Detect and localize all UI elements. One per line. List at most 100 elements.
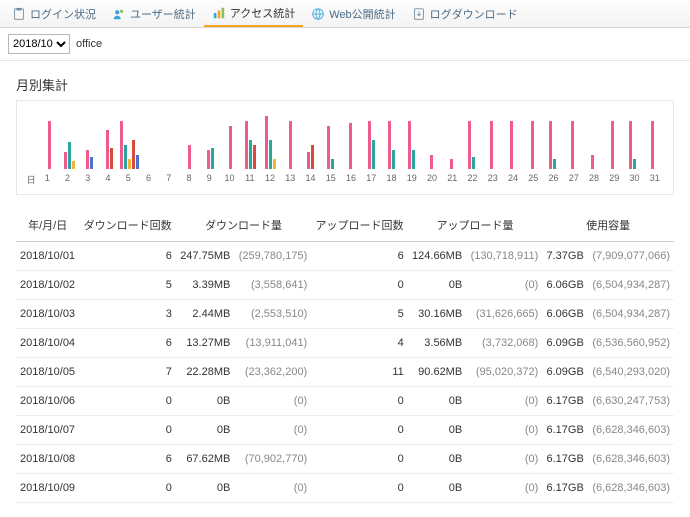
cell-ul-count: 0 <box>311 387 408 416</box>
cell-date: 2018/10/01 <box>16 242 79 271</box>
month-select[interactable]: 2018/10 <box>8 34 70 54</box>
chart-day-col <box>522 111 542 169</box>
cell-dl-bytes: (0) <box>234 474 311 503</box>
chart-x-label: 15 <box>321 173 341 186</box>
cell-cap-bytes: (6,504,934,287) <box>588 300 674 329</box>
chart-x-label: 31 <box>645 173 665 186</box>
cell-dl-count: 6 <box>79 329 176 358</box>
chart-x-label: 28 <box>584 173 604 186</box>
chart-day-col <box>341 111 361 169</box>
chart-day-col <box>180 111 200 169</box>
chart-day-col <box>39 111 59 169</box>
cell-cap: 6.17GB <box>542 474 588 503</box>
cell-ul-count: 0 <box>311 416 408 445</box>
cell-ul-size: 0B <box>408 445 466 474</box>
tab-bar: ログイン状況 ユーザー統計 アクセス統計 Web公開統計 ログダウンロード <box>0 0 690 28</box>
chart-day-col <box>361 111 381 169</box>
chart-x-label: 20 <box>422 173 442 186</box>
col-header: アップロード量 <box>408 209 543 242</box>
chart-day-col <box>220 111 240 169</box>
chart-x-label: 17 <box>361 173 381 186</box>
tab-login-status[interactable]: ログイン状況 <box>4 1 104 27</box>
cell-dl-bytes: (0) <box>234 387 311 416</box>
chart-day-col <box>140 111 160 169</box>
chart-x-label: 30 <box>624 173 644 186</box>
chart-day-col <box>401 111 421 169</box>
chart-x-label: 24 <box>503 173 523 186</box>
cell-cap-bytes: (6,630,247,753) <box>588 387 674 416</box>
cell-cap: 6.09GB <box>542 358 588 387</box>
users-icon <box>112 7 126 21</box>
chart-x-label: 13 <box>280 173 300 186</box>
chart-x-label: 11 <box>240 173 260 186</box>
cell-dl-count: 6 <box>79 242 176 271</box>
tab-web-publish-stats[interactable]: Web公開統計 <box>303 1 403 27</box>
cell-dl-bytes: (259,780,175) <box>234 242 311 271</box>
chart-x-label: 9 <box>199 173 219 186</box>
chart-x-label: 4 <box>98 173 118 186</box>
cell-date: 2018/10/04 <box>16 329 79 358</box>
cell-cap-bytes: (6,628,346,603) <box>588 445 674 474</box>
chart-day-col <box>260 111 280 169</box>
cell-dl-count: 3 <box>79 300 176 329</box>
chart-day-col <box>542 111 562 169</box>
chart-day-col <box>79 111 99 169</box>
cell-cap: 6.09GB <box>542 329 588 358</box>
cell-cap: 7.37GB <box>542 242 588 271</box>
cell-date: 2018/10/07 <box>16 416 79 445</box>
chart-day-col <box>240 111 260 169</box>
download-icon <box>412 7 426 21</box>
chart-day-col <box>59 111 79 169</box>
cell-cap: 6.17GB <box>542 416 588 445</box>
cell-cap: 6.17GB <box>542 445 588 474</box>
chart-day-col <box>281 111 301 169</box>
tab-log-download[interactable]: ログダウンロード <box>404 1 526 27</box>
tab-label: ユーザー統計 <box>130 6 196 22</box>
cell-date: 2018/10/02 <box>16 271 79 300</box>
chart-x-label: 16 <box>341 173 361 186</box>
cell-ul-bytes: (130,718,911) <box>466 242 542 271</box>
cell-date: 2018/10/05 <box>16 358 79 387</box>
table-row: 2018/10/05722.28MB(23,362,200)1190.62MB(… <box>16 358 674 387</box>
cell-dl-count: 5 <box>79 271 176 300</box>
cell-dl-count: 0 <box>79 416 176 445</box>
cell-ul-count: 4 <box>311 329 408 358</box>
cell-ul-size: 90.62MB <box>408 358 466 387</box>
cell-dl-bytes: (70,902,770) <box>234 445 311 474</box>
cell-dl-count: 0 <box>79 474 176 503</box>
cell-ul-size: 0B <box>408 474 466 503</box>
cell-cap-bytes: (6,536,560,952) <box>588 329 674 358</box>
cell-dl-size: 0B <box>176 416 234 445</box>
cell-dl-bytes: (23,362,200) <box>234 358 311 387</box>
chart-x-label: 5 <box>118 173 138 186</box>
tab-user-stats[interactable]: ユーザー統計 <box>104 1 204 27</box>
table-row: 2018/10/04613.27MB(13,911,041)43.56MB(3,… <box>16 329 674 358</box>
table-row: 2018/10/016247.75MB(259,780,175)6124.66M… <box>16 242 674 271</box>
chart-x-label: 1 <box>37 173 57 186</box>
cell-dl-size: 67.62MB <box>176 445 234 474</box>
cell-date: 2018/10/09 <box>16 474 79 503</box>
tab-label: ログイン状況 <box>30 6 96 22</box>
filter-bar: 2018/10 office <box>0 28 690 61</box>
cell-ul-count: 11 <box>311 358 408 387</box>
chart-x-label: 19 <box>402 173 422 186</box>
cell-dl-size: 0B <box>176 387 234 416</box>
col-header: アップロード回数 <box>311 209 408 242</box>
tab-access-stats[interactable]: アクセス統計 <box>204 1 303 27</box>
cell-dl-size: 2.44MB <box>176 300 234 329</box>
table-row: 2018/10/0600B(0)00B(0)6.17GB(6,630,247,7… <box>16 387 674 416</box>
chart-day-col <box>603 111 623 169</box>
cell-dl-bytes: (13,911,041) <box>234 329 311 358</box>
cell-ul-bytes: (31,626,665) <box>466 300 542 329</box>
chart-day-col <box>421 111 441 169</box>
chart-x-label: 2 <box>57 173 77 186</box>
globe-icon <box>311 7 325 21</box>
cell-ul-size: 124.66MB <box>408 242 466 271</box>
cell-dl-bytes: (2,553,510) <box>234 300 311 329</box>
cell-ul-bytes: (3,732,068) <box>466 329 542 358</box>
monthly-chart: 日123456789101112131415161718192021222324… <box>16 100 674 195</box>
cell-ul-size: 0B <box>408 387 466 416</box>
cell-dl-size: 13.27MB <box>176 329 234 358</box>
cell-date: 2018/10/08 <box>16 445 79 474</box>
cell-dl-count: 7 <box>79 358 176 387</box>
